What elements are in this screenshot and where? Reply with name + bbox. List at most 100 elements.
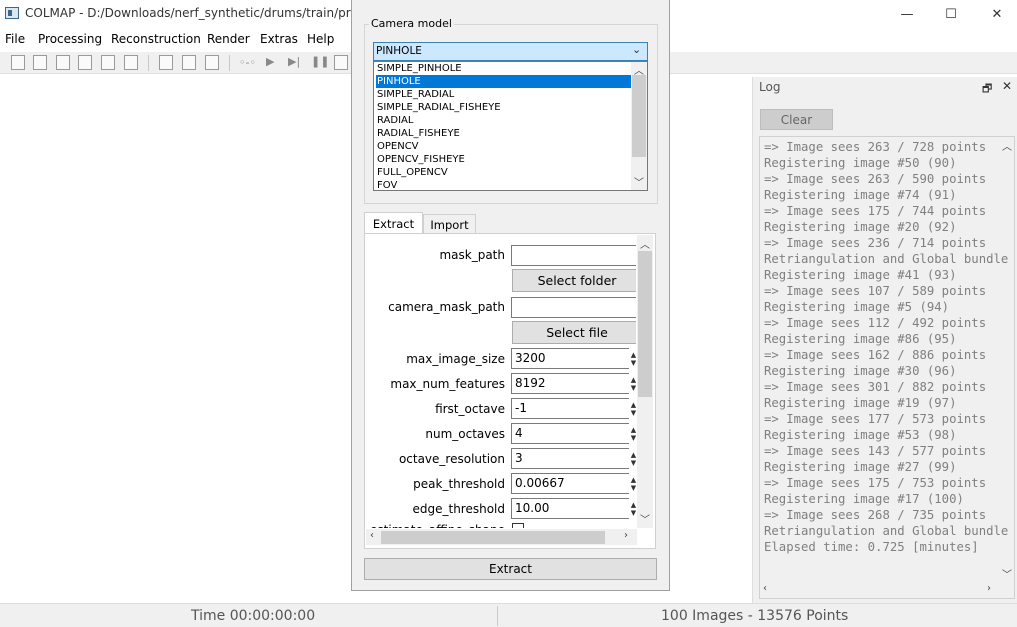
log-horizontal-scrollbar[interactable]: ‹ › (761, 583, 999, 597)
scroll-up-icon[interactable]: ︿ (1002, 138, 1012, 153)
scroll-left-icon[interactable]: ‹ (370, 530, 374, 541)
import-model-icon[interactable] (101, 55, 115, 70)
extract-options-form: mask_path Select folder camera_mask_path… (369, 238, 636, 528)
feature-matching-icon[interactable] (182, 55, 196, 70)
float-dock-icon[interactable]: 🗗 (982, 80, 992, 99)
camera-model-option[interactable]: SIMPLE_PINHOLE (376, 62, 631, 75)
minimize-button[interactable]: — (884, 0, 930, 28)
edit-project-icon[interactable] (56, 55, 70, 70)
octave-resolution-label: octave_resolution (398, 452, 505, 466)
close-window-button[interactable]: ✕ (974, 0, 1017, 28)
step-reconstruction-icon[interactable]: ▶| (288, 55, 300, 68)
mask-path-input[interactable] (511, 245, 636, 266)
tab-import[interactable]: Import (423, 214, 476, 234)
database-management-icon[interactable] (205, 55, 219, 70)
bundle-adjustment-icon[interactable] (334, 55, 348, 70)
scroll-right-icon[interactable]: › (987, 583, 991, 594)
log-text-area[interactable]: => Image sees 263 / 728 points Registerin… (759, 136, 1015, 599)
max-image-size-spinner[interactable]: ▲ ▼ (629, 348, 636, 369)
log-line: => Image sees 177 / 573 points (764, 412, 987, 426)
start-reconstruction-icon[interactable]: ▶ (266, 55, 274, 68)
log-line: => Image sees 263 / 590 points (764, 172, 987, 186)
log-line: Retriangulation and Global bundle (764, 524, 1009, 538)
camera-model-option[interactable]: SIMPLE_RADIAL (376, 88, 631, 101)
form-scroll-thumb[interactable] (638, 251, 652, 397)
log-line: => Image sees 301 / 882 points (764, 380, 987, 394)
menu-reconstruction[interactable]: Reconstruction (111, 32, 201, 46)
edge-threshold-input[interactable]: 10.00 (511, 498, 636, 519)
toolbar-separator (229, 55, 230, 71)
peak-threshold-input[interactable]: 0.00667 (511, 473, 636, 494)
status-divider (497, 606, 498, 626)
colmap-app-icon (5, 7, 19, 19)
num-octaves-input[interactable]: 4 (511, 423, 636, 444)
camera-model-option[interactable]: RADIAL_FISHEYE (376, 127, 631, 140)
export-model-icon[interactable] (124, 55, 138, 70)
log-line: Registering image #86 (95) (764, 332, 957, 346)
camera-model-option[interactable]: FULL_OPENCV (376, 166, 631, 179)
close-dock-icon[interactable]: ✕ (1002, 79, 1012, 93)
tab-extract[interactable]: Extract (364, 212, 423, 234)
first-octave-input[interactable]: -1 (511, 398, 636, 419)
new-project-icon[interactable] (11, 55, 25, 70)
num-octaves-spinner[interactable]: ▲ ▼ (629, 423, 636, 444)
first-octave-spinner[interactable]: ▲ ▼ (629, 398, 636, 419)
save-project-icon[interactable] (78, 55, 92, 70)
log-vertical-scrollbar[interactable]: ︿ ﹀ (1001, 138, 1014, 582)
max-num-features-input[interactable]: 8192 (511, 373, 636, 394)
log-line: => Image sees 107 / 589 points (764, 284, 987, 298)
menu-render[interactable]: Render (207, 32, 250, 46)
log-title: Log (759, 80, 781, 94)
select-file-button[interactable]: Select file (512, 321, 636, 344)
octave-resolution-spinner[interactable]: ▲ ▼ (629, 448, 636, 469)
dropdown-scroll-thumb[interactable] (632, 75, 646, 157)
scroll-down-icon[interactable]: ﹀ (634, 174, 644, 189)
log-line: Registering image #19 (97) (764, 396, 957, 410)
log-line: Registering image #50 (90) (764, 156, 957, 170)
scroll-down-icon[interactable]: ﹀ (640, 511, 650, 526)
estimate-affine-shape-label: estimate_affine_shape (370, 523, 505, 528)
mask-path-label: mask_path (439, 248, 505, 262)
menu-extras[interactable]: Extras (260, 32, 298, 46)
reconstruction-options-icon[interactable]: ◦-◦ (239, 56, 256, 69)
chevron-down-icon[interactable]: ⌄ (632, 43, 641, 56)
camera-model-option[interactable]: SIMPLE_RADIAL_FISHEYE (376, 101, 631, 114)
clear-log-button[interactable]: Clear (760, 109, 833, 130)
camera-mask-path-input[interactable] (511, 297, 636, 318)
menu-processing[interactable]: Processing (38, 32, 102, 46)
log-line: Registering image #5 (94) (764, 300, 950, 314)
pause-reconstruction-icon[interactable]: ❚❚ (311, 55, 329, 68)
camera-model-option[interactable]: OPENCV_FISHEYE (376, 153, 631, 166)
open-project-icon[interactable] (33, 55, 47, 70)
camera-model-option[interactable]: FOV (376, 179, 631, 190)
form-horizontal-scroll-thumb[interactable] (381, 531, 605, 544)
camera-model-selected-value: PINHOLE (376, 45, 422, 57)
octave-resolution-input[interactable]: 3 (511, 448, 636, 469)
edge-threshold-spinner[interactable]: ▲ ▼ (629, 498, 636, 519)
camera-model-option[interactable]: PINHOLE (376, 75, 631, 88)
scroll-up-icon[interactable]: ︿ (640, 236, 650, 251)
extract-button[interactable]: Extract (364, 558, 657, 580)
menu-help[interactable]: Help (307, 32, 334, 46)
estimate-affine-shape-checkbox[interactable] (512, 523, 524, 528)
camera-model-option[interactable]: RADIAL (376, 114, 631, 127)
menu-file[interactable]: File (5, 32, 25, 46)
max-num-features-spinner[interactable]: ▲ ▼ (629, 373, 636, 394)
log-line: Registering image #74 (91) (764, 188, 957, 202)
status-time: Time 00:00:00:00 (191, 608, 316, 624)
log-line: Registering image #53 (98) (764, 428, 957, 442)
scroll-right-icon[interactable]: › (624, 530, 628, 541)
toolbar-separator (148, 55, 149, 71)
camera-model-option[interactable]: OPENCV (376, 140, 631, 153)
select-folder-button[interactable]: Select folder (512, 269, 636, 292)
scroll-left-icon[interactable]: ‹ (763, 583, 767, 594)
camera-model-label: Camera model (369, 17, 454, 30)
peak-threshold-spinner[interactable]: ▲ ▼ (629, 473, 636, 494)
maximize-button[interactable]: ☐ (928, 0, 974, 28)
log-line: => Image sees 263 / 728 points (764, 140, 987, 154)
feature-extraction-icon[interactable] (159, 55, 173, 70)
camera-model-dropdown-list[interactable]: SIMPLE_PINHOLE PINHOLE SIMPLE_RADIAL SIMPLE… (373, 61, 648, 191)
window-title: COLMAP - D:/Downloads/nerf_synthetic/dru… (25, 6, 380, 20)
max-image-size-input[interactable]: 3200 (511, 348, 636, 369)
scroll-down-icon[interactable]: ﹀ (1002, 566, 1012, 581)
